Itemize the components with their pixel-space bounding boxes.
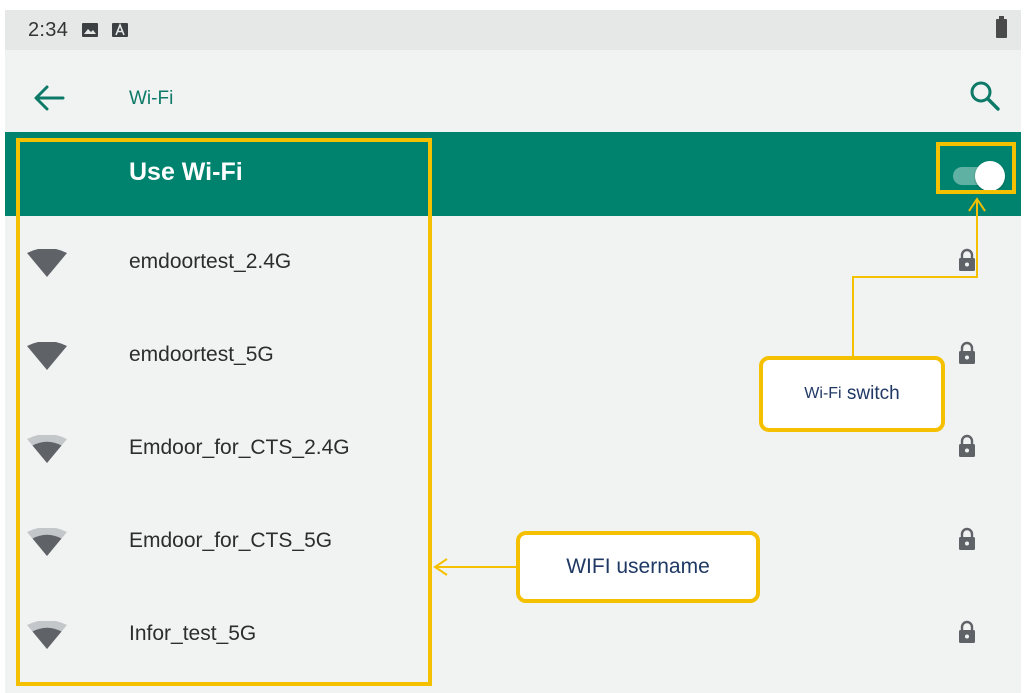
network-ssid: Emdoor_for_CTS_5G — [129, 529, 333, 552]
use-wifi-row[interactable]: Use Wi-Fi — [5, 132, 1021, 216]
status-bar: 2:34 — [5, 10, 1021, 50]
status-time: 2:34 — [28, 18, 69, 41]
lock-icon — [959, 248, 975, 271]
wifi-signal-icon — [27, 528, 67, 556]
network-list: emdoortest_2.4G emdoortest_5G Emdoor_for… — [5, 216, 1021, 681]
network-row[interactable]: Emdoor_for_CTS_5G — [5, 495, 1021, 588]
callout-username-text: WIFI username — [566, 555, 710, 578]
battery-icon — [996, 16, 1007, 38]
lock-icon — [959, 527, 975, 550]
use-wifi-label: Use Wi-Fi — [129, 158, 243, 186]
app-bar: Wi-Fi — [5, 50, 1021, 142]
a-notification-icon — [112, 22, 129, 37]
network-ssid: Infor_test_5G — [129, 622, 257, 645]
lock-icon — [959, 434, 975, 457]
network-ssid: emdoortest_2.4G — [129, 250, 292, 273]
network-ssid: emdoortest_5G — [129, 343, 274, 366]
network-row[interactable]: Infor_test_5G — [5, 588, 1021, 681]
android-screen: 2:34 Wi-Fi Use Wi-Fi emdoortest_2.4G emd… — [5, 10, 1021, 693]
wifi-username-callout: WIFI username — [516, 531, 760, 603]
wifi-signal-icon — [27, 342, 67, 370]
lock-icon — [959, 620, 975, 643]
wifi-toggle-switch[interactable] — [949, 158, 1005, 192]
network-row[interactable]: emdoortest_2.4G — [5, 216, 1021, 309]
page-title: Wi-Fi — [129, 88, 174, 109]
arrow-back-icon — [34, 85, 65, 111]
lock-icon — [959, 341, 975, 364]
wifi-switch-callout: Wi-Fi switch — [759, 356, 945, 432]
wifi-signal-icon — [27, 435, 67, 463]
image-icon — [82, 23, 99, 37]
wifi-signal-icon — [27, 249, 67, 277]
search-button[interactable] — [965, 76, 1005, 116]
search-icon — [970, 81, 1000, 111]
callout-switch-text: switch — [841, 383, 900, 404]
wifi-signal-icon — [27, 621, 67, 649]
network-ssid: Emdoor_for_CTS_2.4G — [129, 436, 350, 459]
switch-thumb — [975, 161, 1005, 191]
callout-wifi-text: Wi-Fi — [804, 385, 842, 402]
back-button[interactable] — [29, 78, 69, 118]
